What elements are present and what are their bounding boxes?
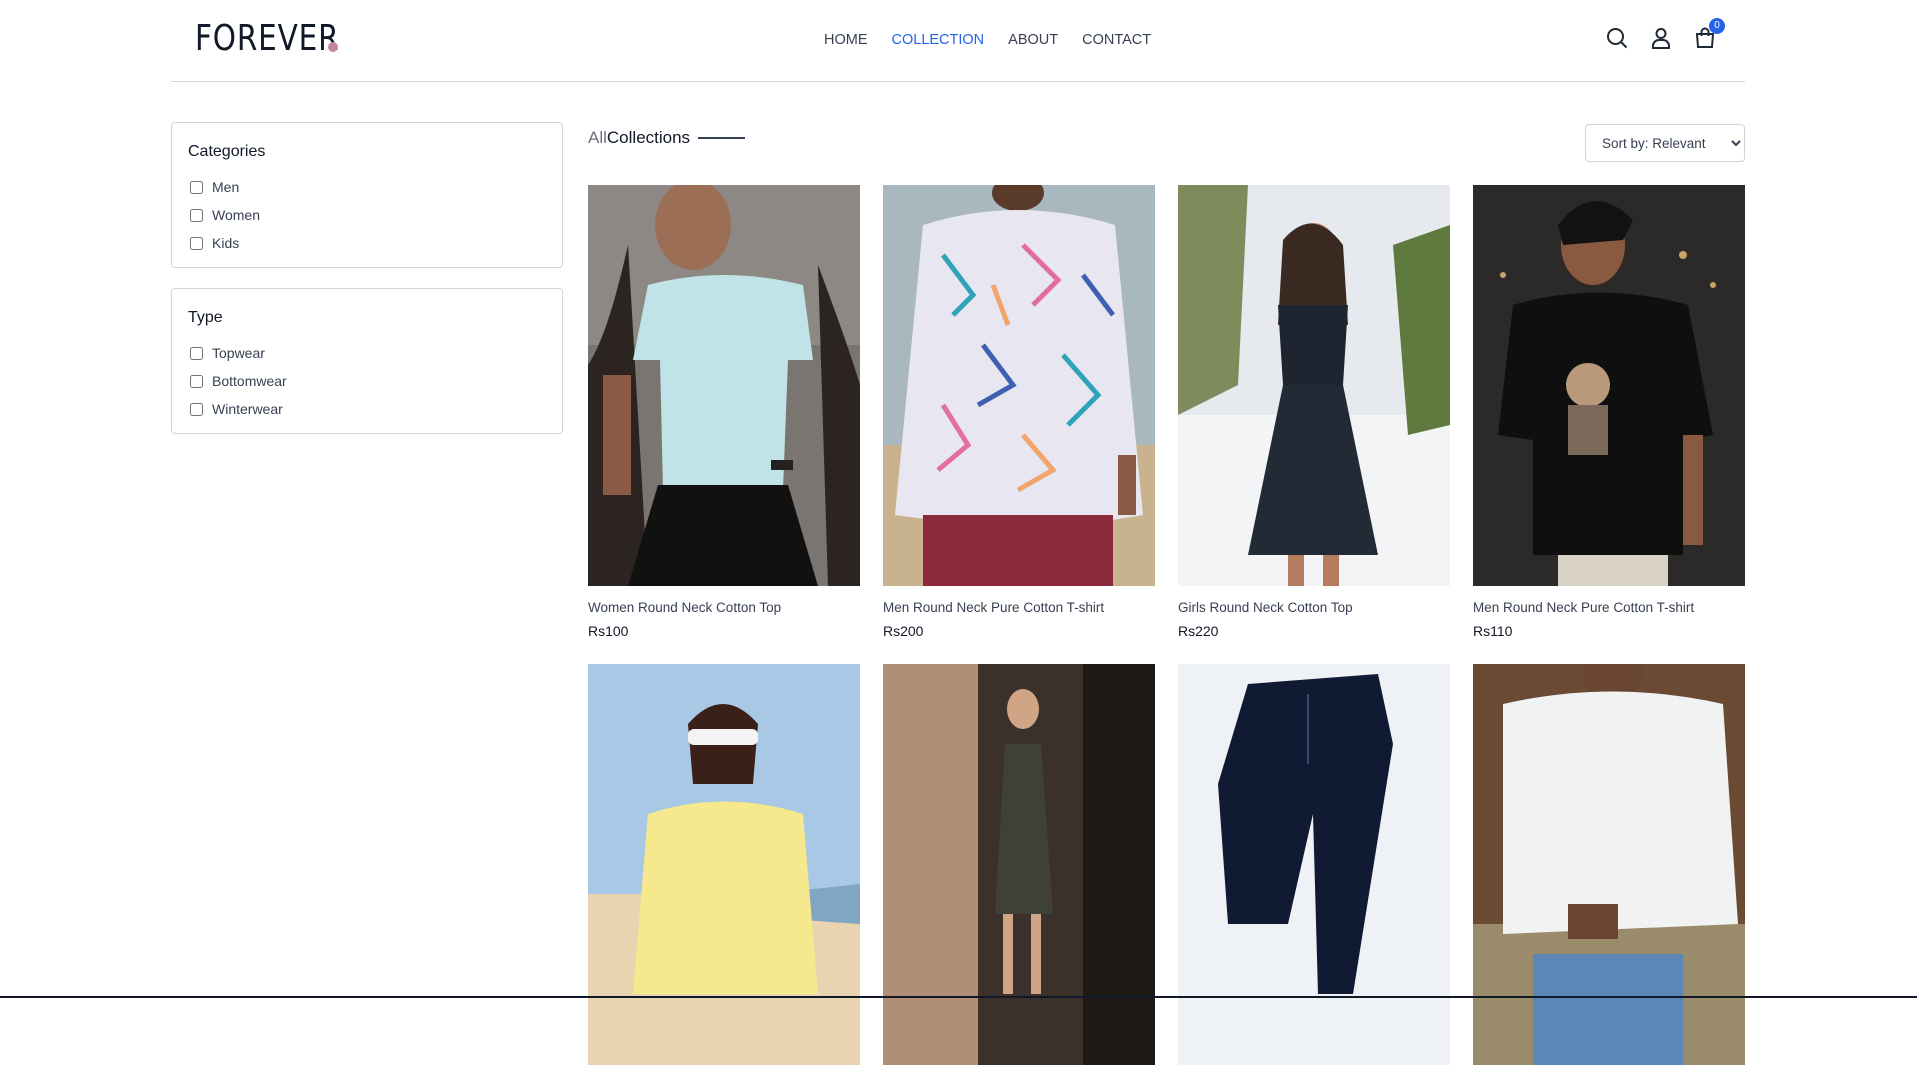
product-price: Rs100 xyxy=(588,623,629,639)
product-grid: Women Round Neck Cotton Top Rs100 Men Ro… xyxy=(588,185,1745,1079)
product-price: Rs200 xyxy=(883,623,924,639)
product-card[interactable]: Men Round Neck Pure Cotton T-shirt Rs110 xyxy=(1473,185,1745,639)
search-icon[interactable] xyxy=(1605,26,1629,50)
collection-title-light: All xyxy=(588,128,607,147)
product-image[interactable] xyxy=(588,664,860,1065)
main-nav: HOME COLLECTION ABOUT CONTACT xyxy=(824,32,1151,48)
filter-kids-checkbox[interactable] xyxy=(190,236,203,250)
product-name[interactable]: Girls Round Neck Cotton Top xyxy=(1178,600,1450,615)
product-image[interactable] xyxy=(1178,664,1450,1065)
collection-title-bold: Collections xyxy=(606,128,691,147)
product-card[interactable]: Girls Round Neck Cotton Top Rs220 xyxy=(1178,185,1450,639)
product-card[interactable]: Women Round Neck Cotton Top Rs100 xyxy=(588,185,860,639)
cart-icon[interactable]: 0 xyxy=(1693,18,1725,50)
profile-icon[interactable] xyxy=(1649,26,1673,50)
filter-women-checkbox[interactable] xyxy=(190,208,203,222)
product-price: Rs220 xyxy=(1178,623,1219,639)
product-image[interactable] xyxy=(883,185,1155,586)
product-name[interactable]: Women Round Neck Cotton Top xyxy=(588,600,860,615)
filter-men-checkbox[interactable] xyxy=(190,180,203,194)
filter-men[interactable]: Men xyxy=(188,173,546,201)
nav-home[interactable]: HOME xyxy=(824,32,868,48)
product-card[interactable] xyxy=(1473,664,1745,1079)
site-logo[interactable]: FOREVER xyxy=(195,18,339,59)
product-card[interactable] xyxy=(1178,664,1450,1079)
product-price: Rs110 xyxy=(1473,623,1513,639)
filter-winterwear[interactable]: Winterwear xyxy=(188,395,546,423)
product-image[interactable] xyxy=(883,664,1155,1065)
header-icons: 0 xyxy=(1605,18,1725,50)
filter-topwear-checkbox[interactable] xyxy=(190,346,203,360)
collection-title: All Collections xyxy=(588,128,746,148)
product-card[interactable] xyxy=(883,664,1155,1079)
logo-dot xyxy=(328,42,338,52)
type-filter: Type Topwear Bottomwear Winterwear xyxy=(171,288,563,434)
product-name[interactable]: Men Round Neck Pure Cotton T-shirt xyxy=(1473,600,1745,615)
filter-bottomwear-checkbox[interactable] xyxy=(190,374,203,388)
nav-contact[interactable]: CONTACT xyxy=(1082,32,1151,48)
title-underline xyxy=(698,137,746,139)
product-card[interactable] xyxy=(588,664,860,1079)
site-header: FOREVER HOME COLLECTION ABOUT CONTACT 0 xyxy=(171,0,1745,82)
filter-women[interactable]: Women xyxy=(188,201,546,229)
nav-collection[interactable]: COLLECTION xyxy=(892,32,985,48)
product-image[interactable] xyxy=(1473,185,1745,586)
type-title: Type xyxy=(188,309,223,326)
categories-title: Categories xyxy=(188,143,266,160)
product-image[interactable] xyxy=(588,185,860,586)
filter-bottomwear[interactable]: Bottomwear xyxy=(188,367,546,395)
product-image[interactable] xyxy=(1473,664,1745,1065)
filter-kids[interactable]: Kids xyxy=(188,229,546,257)
filter-winterwear-checkbox[interactable] xyxy=(190,402,203,416)
categories-filter: Categories Men Women Kids xyxy=(171,122,563,268)
product-name[interactable]: Men Round Neck Pure Cotton T-shirt xyxy=(883,600,1155,615)
filter-topwear[interactable]: Topwear xyxy=(188,339,546,367)
sort-select[interactable]: Sort by: Relevant xyxy=(1585,124,1745,162)
cart-count-badge: 0 xyxy=(1709,18,1725,34)
product-card[interactable]: Men Round Neck Pure Cotton T-shirt Rs200 xyxy=(883,185,1155,639)
product-image[interactable] xyxy=(1178,185,1450,586)
nav-about[interactable]: ABOUT xyxy=(1008,32,1058,48)
